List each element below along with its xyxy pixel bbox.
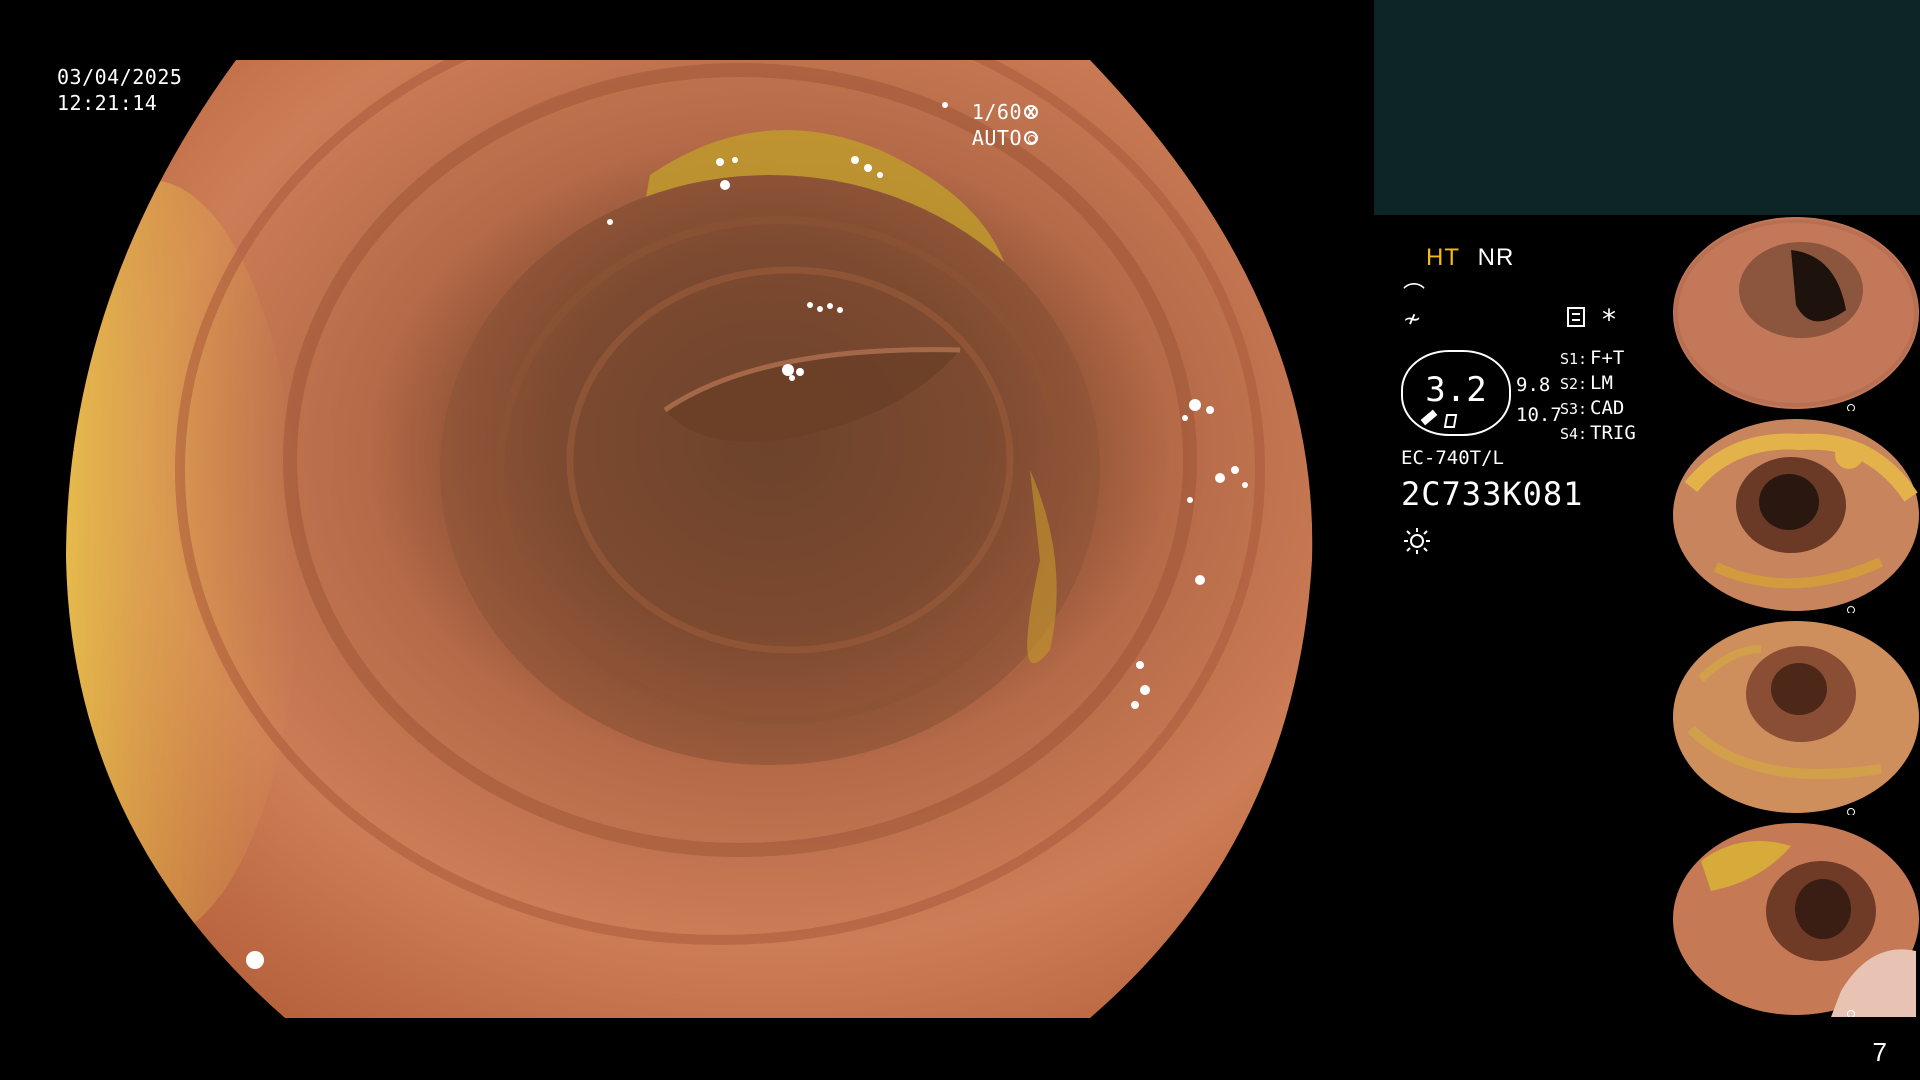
scope-switch-list: S1: F+T S2: LM S3: CAD S4: TRIG: [1560, 347, 1636, 447]
thumbnail-marker-icon: [1847, 808, 1855, 815]
switch-row: S1: F+T: [1560, 347, 1636, 372]
exposure-info: 1/60 AUTO: [972, 99, 1038, 151]
switch-key: S3:: [1560, 400, 1588, 418]
scope-serial: 2C733K081: [1401, 475, 1584, 513]
structure-enhance-icon: ⌒: [1403, 283, 1426, 308]
processor-info-panel: HT NR ⌒ ≁ * 3.2 9.8 10.7 S1: F+T S2: LM: [1374, 215, 1671, 1080]
capture-thumbnail[interactable]: [1671, 821, 1920, 1017]
shutter-row: 1/60: [972, 99, 1038, 125]
switch-value: CAD: [1590, 397, 1625, 419]
mode-nr: NR: [1477, 244, 1515, 271]
exam-date: 03/04/2025: [57, 65, 183, 89]
thumbnail-image: [1673, 621, 1919, 813]
light-icon: [1404, 528, 1430, 554]
asterisk-marker: *: [1602, 303, 1616, 336]
endoscopy-monitor: 03/04/2025 12:21:14 1/60 AUTO HT NR ⌒ ≁ …: [0, 0, 1920, 1080]
exam-datetime: 03/04/2025 12:21:14: [57, 64, 182, 116]
thumbnail-image: [1673, 217, 1919, 409]
switch-key: S2:: [1560, 375, 1588, 393]
thumbnail-image: [1673, 823, 1919, 1017]
zoom-badge: 3.2: [1401, 350, 1511, 436]
reserved-panel: [1374, 0, 1920, 215]
ratio-top: 9.8: [1516, 374, 1551, 396]
endoscopic-view: 03/04/2025 12:21:14 1/60 AUTO: [0, 0, 1374, 1080]
capture-thumbnail[interactable]: [1671, 619, 1920, 815]
thumbnail-image: [1673, 419, 1919, 611]
thumbnail-marker-icon: [1847, 606, 1855, 613]
auto-iris-icon: [1024, 131, 1038, 145]
thumbnail-marker-icon: [1847, 404, 1855, 411]
colon-lumen-image: [66, 60, 1313, 1018]
switch-value: LM: [1590, 372, 1613, 394]
capture-thumbnail[interactable]: [1671, 417, 1920, 613]
scope-model: EC-740T/L: [1401, 447, 1504, 469]
switch-value: TRIG: [1590, 422, 1636, 444]
switch-key: S1:: [1560, 350, 1588, 368]
thumbnail-strip: 7: [1671, 215, 1920, 1080]
ratio-bottom: 10.7: [1516, 404, 1562, 426]
color-enhance-icon: ≁: [1403, 307, 1422, 332]
menu-icon: [1567, 307, 1585, 327]
ratio-values: 9.8 10.7: [1516, 370, 1562, 430]
square-icon: [1443, 414, 1458, 428]
iris-mode: AUTO: [971, 126, 1022, 150]
page-number: 7: [1872, 1037, 1887, 1067]
switch-row: S2: LM: [1560, 372, 1636, 397]
iris-row: AUTO: [972, 125, 1038, 151]
exam-time: 12:21:14: [57, 91, 158, 115]
zoom-value: 3.2: [1425, 370, 1487, 410]
switch-row: S3: CAD: [1560, 397, 1636, 422]
pen-icon: [1420, 409, 1438, 426]
image-mode-row: HT NR: [1426, 244, 1514, 272]
capture-thumbnail[interactable]: [1671, 215, 1920, 411]
shutter-speed: 1/60: [971, 100, 1022, 124]
thumbnail-marker-icon: [1847, 1010, 1855, 1017]
mode-ht: HT: [1426, 244, 1460, 271]
switch-key: S4:: [1560, 425, 1588, 443]
switch-value: F+T: [1590, 347, 1625, 369]
aperture-icon: [1024, 105, 1038, 119]
switch-row: S4: TRIG: [1560, 422, 1636, 447]
